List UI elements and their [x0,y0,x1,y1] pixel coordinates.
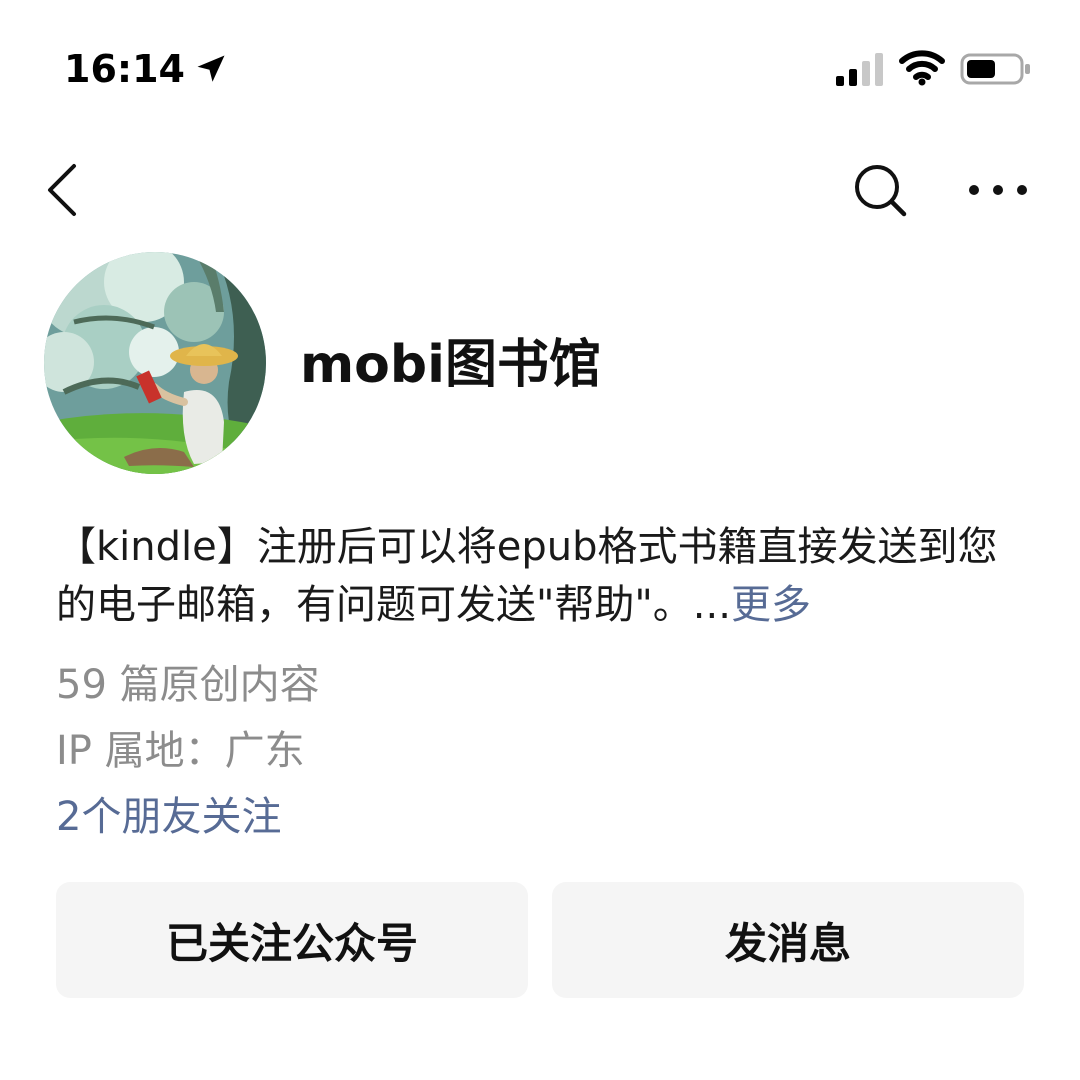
search-button[interactable] [848,158,912,222]
avatar[interactable] [44,252,266,474]
location-arrow-icon [197,55,225,82]
original-articles-count[interactable]: 59 篇原创内容 [56,652,320,710]
followed-account-label: 已关注公众号 [165,918,418,968]
followed-account-button[interactable]: 已关注公众号 [56,882,528,998]
status-time: 16:14 [64,47,185,91]
avatar-painting-image [44,252,266,474]
description-text: 【kindle】注册后可以将epub格式书籍直接发送到您的电子邮箱，有问题可发送… [56,524,998,628]
battery-icon [960,53,1030,85]
account-description[interactable]: 【kindle】注册后可以将epub格式书籍直接发送到您的电子邮箱，有问题可发送… [56,518,1026,634]
status-time-group: 16:14 [64,44,229,94]
more-dots-icon [969,185,1027,195]
ip-location: IP 属地：广东 [56,728,305,774]
back-chevron-icon [48,164,76,216]
friends-following-link[interactable]: 2个朋友关注 [56,784,281,842]
description-more-link[interactable]: 更多 [731,582,811,628]
more-options-button[interactable] [962,170,1034,210]
wifi-icon [899,50,945,86]
search-icon [855,165,907,217]
send-message-label: 发消息 [724,918,851,968]
send-message-button[interactable]: 发消息 [552,882,1024,998]
cellular-signal-icon [836,53,883,86]
status-bar: 16:14 [0,0,1080,120]
account-name: mobi图书馆 [300,335,601,395]
back-button[interactable] [36,158,92,222]
